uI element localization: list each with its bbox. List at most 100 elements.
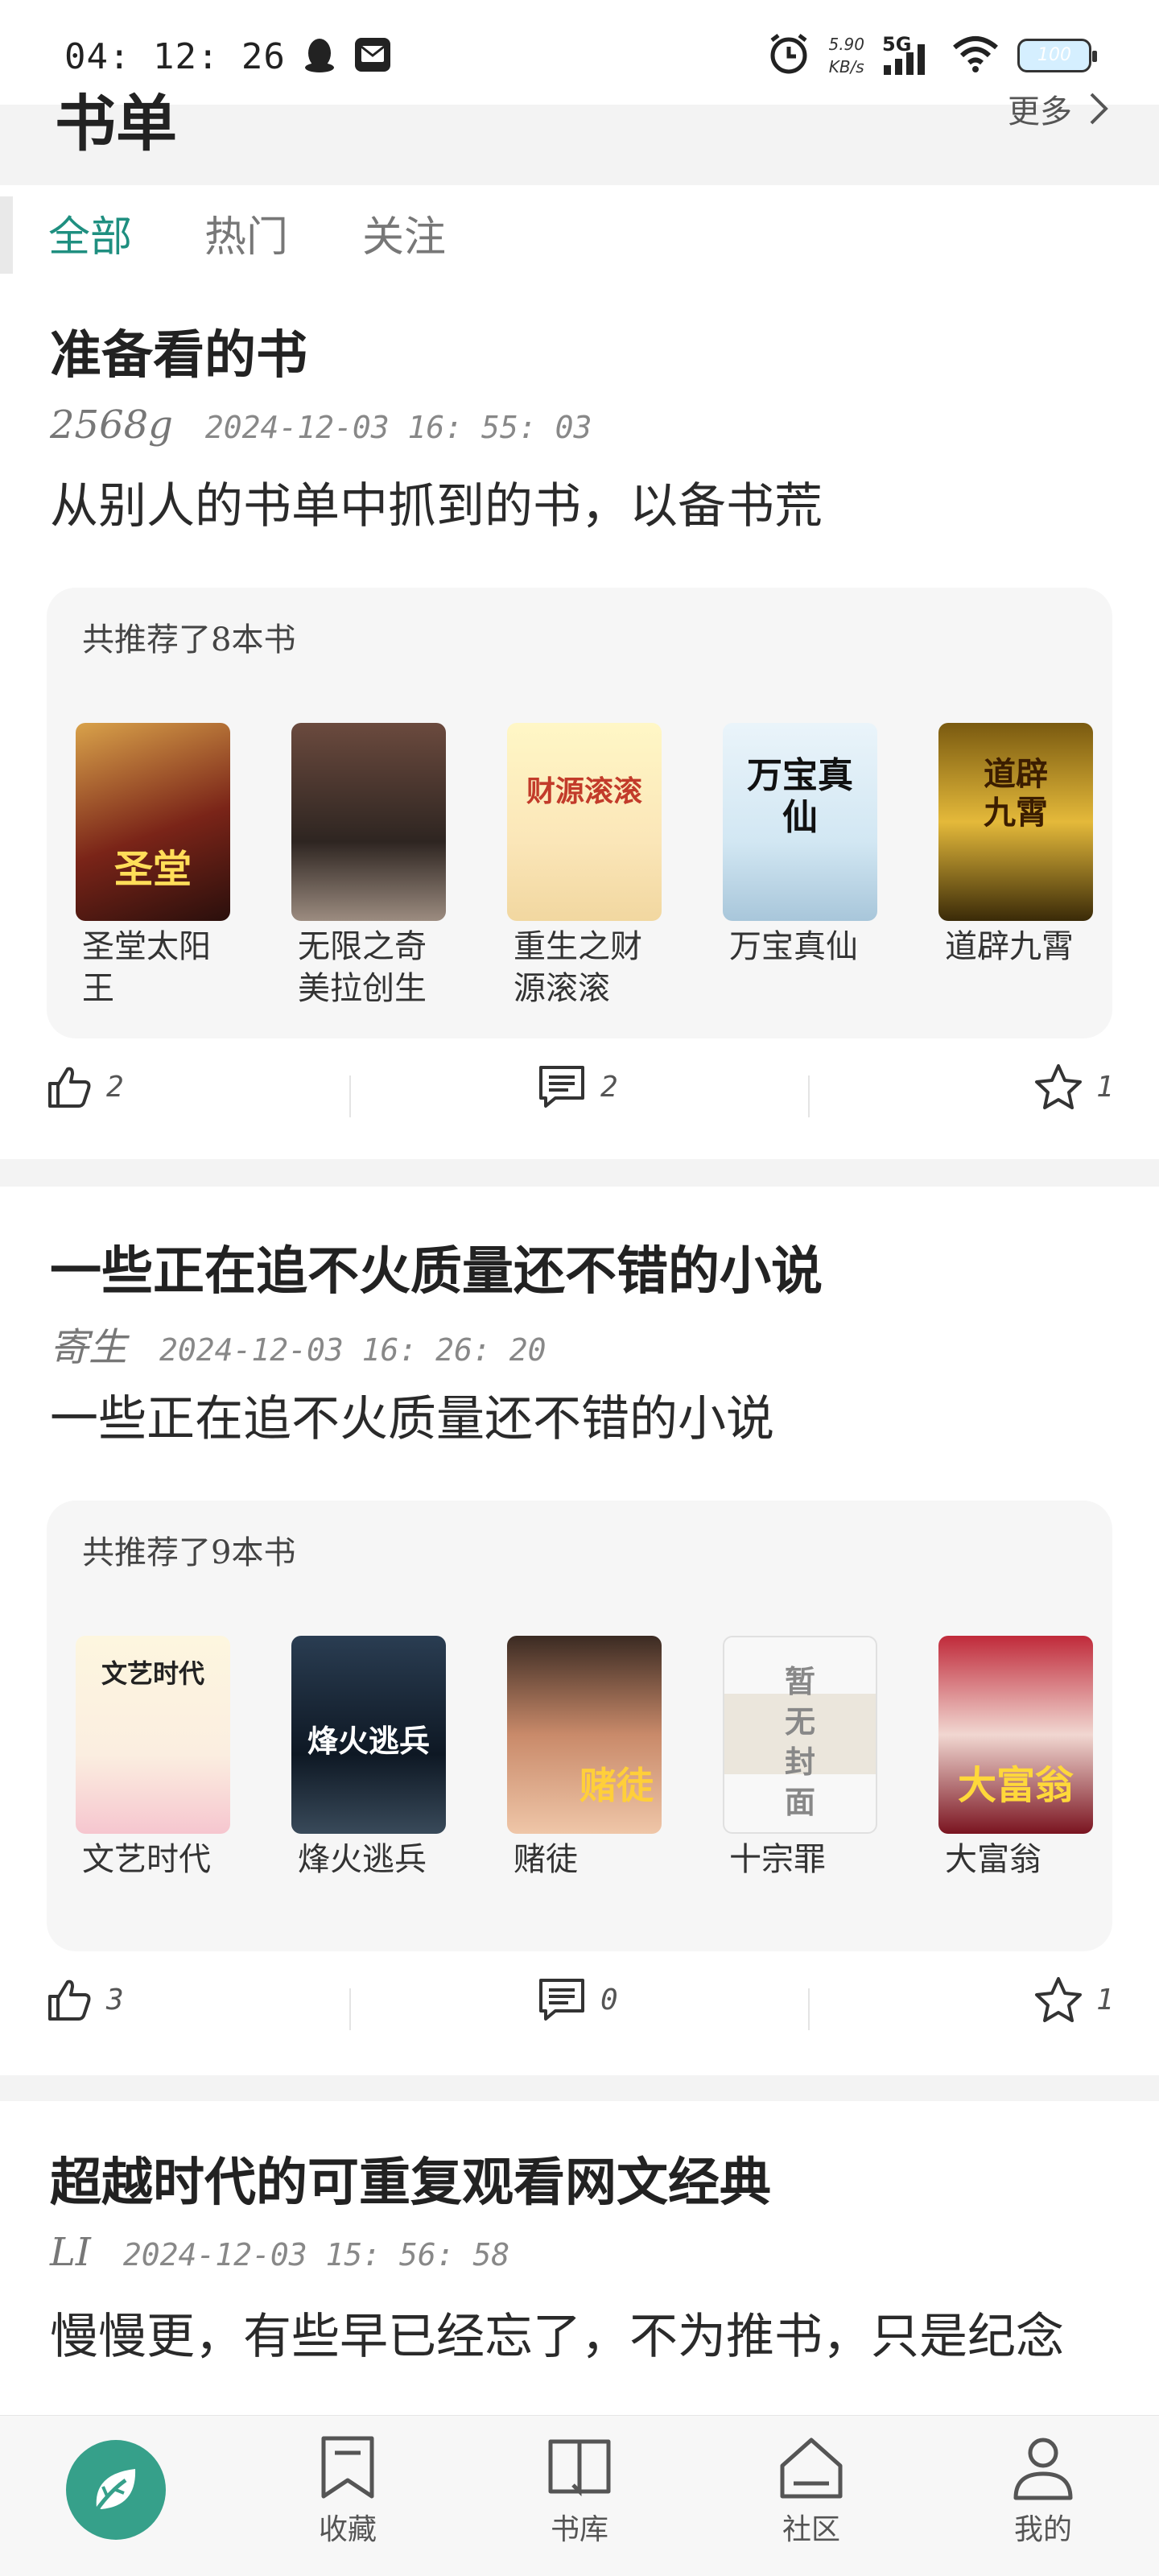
book-name: 道辟九霄 <box>945 928 1074 965</box>
favorite-button[interactable]: 1 <box>1033 1063 1114 1111</box>
book-item[interactable]: 财源滚滚 重生之财源滚滚 <box>507 723 662 1009</box>
nav-favorites[interactable]: 收藏 <box>283 2434 412 2548</box>
booklist-date: 2024-12-03 16: 55: 03 <box>204 410 592 445</box>
book-cover[interactable]: 赌徒 <box>507 1636 662 1834</box>
booklist-card[interactable]: 准备看的书 2568g 2024-12-03 16: 55: 03 从别人的书单… <box>0 274 1159 1159</box>
booklist-meta: LI 2024-12-03 15: 56: 58 <box>50 2230 509 2275</box>
leaf-icon <box>93 2469 136 2514</box>
status-time: 04: 12: 26 <box>64 35 286 77</box>
book-cover[interactable]: 财源滚滚 <box>507 723 662 921</box>
book-name: 十宗罪 <box>729 1841 826 1878</box>
book-name: 重生之财源滚滚 <box>514 928 642 1007</box>
booklist-card[interactable]: 一些正在追不火质量还不错的小说 寄生 2024-12-03 16: 26: 20… <box>0 1187 1159 2075</box>
book-cover[interactable]: 道辟九霄 <box>938 723 1093 921</box>
status-bar: 04: 12: 26 5.90 KB/s 5G 100 书单 更多 <box>0 0 1159 159</box>
book-list: 文艺时代 文艺时代 烽火逃兵 烽火逃兵 赌徒 赌徒 暂无封面 十宗罪 大富翁 大… <box>76 1636 1093 1880</box>
book-item[interactable]: 大富翁 大富翁 <box>938 1636 1093 1880</box>
book-item[interactable]: 烽火逃兵 烽火逃兵 <box>291 1636 446 1880</box>
nav-profile[interactable]: 我的 <box>979 2434 1107 2548</box>
book-cover[interactable]: 暂无封面 <box>723 1636 877 1834</box>
alarm-icon <box>767 32 810 79</box>
booklist-title[interactable]: 一些正在追不火质量还不错的小说 <box>50 1230 823 1304</box>
book-cover[interactable]: 圣堂 <box>76 723 230 921</box>
book-item[interactable]: 万宝真仙 万宝真仙 <box>723 723 877 1009</box>
book-icon <box>548 2439 611 2497</box>
star-icon <box>1035 1064 1082 1109</box>
battery-level: 100 <box>1037 45 1071 65</box>
nav-community[interactable]: 社区 <box>747 2434 876 2548</box>
like-button[interactable]: 3 <box>45 1975 124 2024</box>
book-name: 无限之奇美拉创生 <box>298 928 427 1007</box>
booklist-meta: 寄生 2024-12-03 16: 26: 20 <box>50 1315 546 1372</box>
wifi-icon <box>951 35 1000 76</box>
booklist-author[interactable]: LI <box>50 2230 91 2275</box>
booklist-title[interactable]: 超越时代的可重复观看网文经典 <box>50 2141 771 2215</box>
comment-count: 0 <box>600 1983 618 2017</box>
nav-label: 我的 <box>1013 2513 1072 2546</box>
cover-title: 大富翁 <box>957 1763 1074 1808</box>
cover-title: 财源滚滚 <box>526 774 642 808</box>
book-item[interactable]: 暂无封面 十宗罪 <box>723 1636 877 1880</box>
booklist-meta: 2568g 2024-12-03 16: 55: 03 <box>50 402 592 448</box>
book-name: 圣堂太阳王 <box>82 928 211 1007</box>
more-link[interactable]: 更多 <box>1008 85 1111 132</box>
nav-library[interactable]: 书库 <box>515 2434 644 2548</box>
action-divider <box>808 1075 810 1117</box>
book-cover[interactable] <box>291 723 446 921</box>
action-divider <box>349 1988 351 2030</box>
comment-icon <box>539 1979 584 2021</box>
book-name: 文艺时代 <box>82 1841 211 1878</box>
book-list: 圣堂 圣堂太阳王 无限之奇美拉创生 财源滚滚 重生之财源滚滚 万宝真仙 万宝真仙… <box>76 723 1093 1009</box>
tab-hot[interactable]: 热门 <box>204 203 288 263</box>
cover-title: 文艺时代 <box>101 1658 204 1689</box>
cover-title: 道辟九霄 <box>984 755 1048 832</box>
like-count: 3 <box>106 1983 124 2017</box>
net-speed: 5.90 KB/s <box>828 33 864 78</box>
thumbs-up-icon <box>48 1067 91 1108</box>
comment-button[interactable]: 0 <box>536 1975 618 2024</box>
like-button[interactable]: 2 <box>45 1063 124 1111</box>
thumbs-up-icon <box>48 1979 91 2021</box>
tab-all[interactable]: 全部 <box>48 203 133 263</box>
booklist-card[interactable]: 超越时代的可重复观看网文经典 LI 2024-12-03 15: 56: 58 … <box>0 2101 1159 2415</box>
booklist-author[interactable]: 2568g <box>50 402 173 448</box>
booklist-description: 一些正在追不火质量还不错的小说 <box>50 1391 774 1447</box>
mail-icon <box>353 36 392 76</box>
book-name: 赌徒 <box>514 1841 578 1878</box>
favorite-button[interactable]: 1 <box>1033 1975 1114 2024</box>
book-item[interactable]: 文艺时代 文艺时代 <box>76 1636 230 1880</box>
net-speed-unit: KB/s <box>828 57 864 76</box>
network-type: 5G <box>882 33 912 56</box>
nav-label: 收藏 <box>318 2513 377 2546</box>
comment-count: 2 <box>600 1070 618 1104</box>
book-item[interactable]: 赌徒 赌徒 <box>507 1636 662 1880</box>
qq-icon <box>303 35 336 77</box>
signal-indicator: 5G <box>882 33 934 78</box>
book-name: 烽火逃兵 <box>298 1841 427 1878</box>
book-cover[interactable]: 万宝真仙 <box>723 723 877 921</box>
book-box: 共推荐了8本书 圣堂 圣堂太阳王 无限之奇美拉创生 财源滚滚 重生之财源滚滚 万… <box>47 588 1112 1038</box>
book-box: 共推荐了9本书 文艺时代 文艺时代 烽火逃兵 烽火逃兵 赌徒 赌徒 暂无封面 十… <box>47 1501 1112 1951</box>
cover-title: 赌徒 <box>580 1764 654 1807</box>
favorite-count: 1 <box>1096 1070 1114 1104</box>
cover-title: 烽火逃兵 <box>307 1723 430 1759</box>
comment-button[interactable]: 2 <box>536 1063 618 1111</box>
book-cover[interactable]: 文艺时代 <box>76 1636 230 1834</box>
booklist-title[interactable]: 准备看的书 <box>50 314 307 388</box>
like-count: 2 <box>106 1070 124 1104</box>
action-divider <box>808 1988 810 2030</box>
booklist-author[interactable]: 寄生 <box>50 1315 127 1372</box>
book-item[interactable]: 无限之奇美拉创生 <box>291 723 446 1009</box>
book-cover[interactable]: 大富翁 <box>938 1636 1093 1834</box>
book-cover[interactable]: 烽火逃兵 <box>291 1636 446 1834</box>
bookmark-icon <box>321 2436 374 2499</box>
nav-discover[interactable] <box>66 2440 166 2540</box>
book-item[interactable]: 圣堂 圣堂太阳王 <box>76 723 230 1009</box>
comment-icon <box>539 1066 584 1108</box>
chevron-right-icon <box>1090 93 1108 125</box>
tab-bar: 全部 热门 关注 <box>0 185 1159 277</box>
book-item[interactable]: 道辟九霄 道辟九霄 <box>938 723 1093 1009</box>
star-icon <box>1035 1977 1082 2022</box>
page-title: 书单 <box>55 88 177 159</box>
tab-following[interactable]: 关注 <box>362 203 446 263</box>
